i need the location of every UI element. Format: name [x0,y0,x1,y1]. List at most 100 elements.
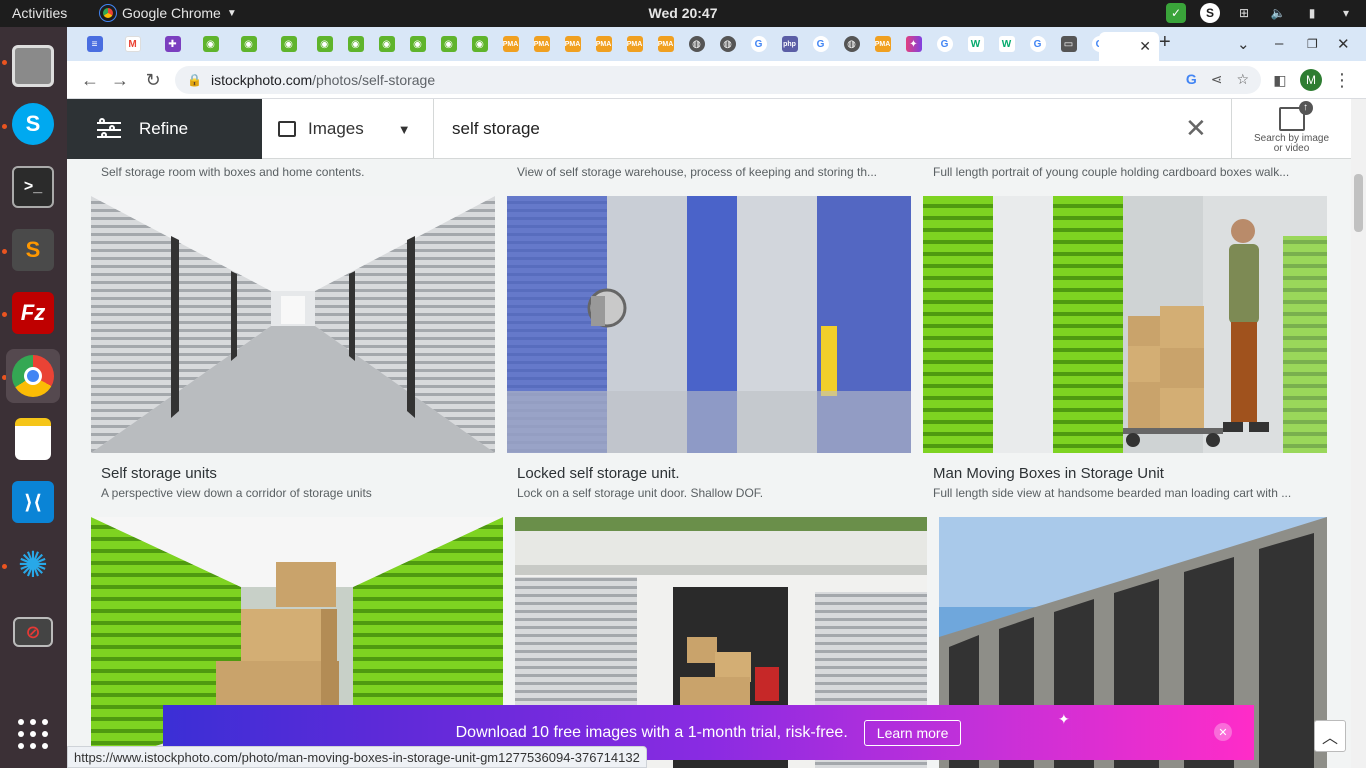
w3-icon: W [998,36,1015,52]
tab[interactable]: PMA [557,32,588,56]
scroll-to-top-button[interactable]: ︿ [1314,720,1346,752]
dock-unavailable-app[interactable]: ⊘ [6,605,60,659]
network-icon[interactable]: ⊞ [1234,3,1254,23]
tab[interactable]: W [960,32,991,56]
tab[interactable]: PMA [650,32,681,56]
activities-button[interactable]: Activities [12,5,67,21]
tab[interactable]: ◉ [273,32,304,56]
sparkle-icon: ✦ [1058,711,1070,727]
clear-search-icon[interactable]: ✕ [1185,115,1207,141]
paint-splash-icon: ✺ [17,544,49,585]
dock-filezilla[interactable]: Fz [6,286,60,340]
result-title[interactable]: Locked self storage unit. [517,465,680,482]
new-tab-button[interactable]: + [1159,31,1171,54]
tab[interactable]: ◉ [195,32,226,56]
close-window-button[interactable]: ✕ [1337,35,1350,53]
chrome-window: ≡ M ✚ ◉ ◉ ◉ ◉ ◉ ◉ ◉ ◉ ◉ PMA PMA PMA PMA … [67,27,1366,768]
tab[interactable]: G [929,32,960,56]
tab[interactable]: ◉ [340,32,371,56]
tab[interactable]: ✦ [898,32,929,56]
search-by-image-button[interactable]: Search by image or video [1231,99,1351,159]
dock-vscode[interactable]: ⟩⟨ [6,475,60,529]
dock-files[interactable] [6,39,60,93]
show-applications-button[interactable] [6,707,60,761]
tab-active[interactable]: ✕ [1099,32,1159,61]
side-panel-icon[interactable]: ◧ [1269,69,1291,91]
result-title[interactable]: Man Moving Boxes in Storage Unit [933,465,1164,482]
result-description: Self storage room with boxes and home co… [101,165,365,179]
close-tab-icon[interactable]: ✕ [1139,38,1151,55]
tab[interactable]: php [774,32,805,56]
tab[interactable]: W [991,32,1022,56]
tab[interactable]: ◍ [681,32,712,56]
close-icon[interactable]: ✕ [1214,723,1232,741]
filter-sliders-icon [97,118,121,139]
dock-paint[interactable]: ✺ [6,538,60,592]
maximize-button[interactable]: ❐ [1307,37,1318,51]
tab[interactable]: PMA [867,32,898,56]
tab[interactable]: ≡ [79,32,110,56]
volume-icon[interactable]: 🔈 [1268,3,1288,23]
tab[interactable]: PMA [588,32,619,56]
google-icon: G [1029,36,1046,52]
tab[interactable]: G [805,32,836,56]
lock-icon: 🔒 [187,73,202,87]
pma-icon: PMA [874,36,891,52]
dock-terminal[interactable]: >_ [6,160,60,214]
scrollbar-thumb[interactable] [1354,174,1363,232]
battery-icon[interactable]: ▮ [1302,3,1322,23]
tab[interactable]: ◉ [233,32,264,56]
promo-text: Download 10 free images with a 1-month t… [455,723,848,741]
dock-notes[interactable] [6,412,60,466]
dock-sublime[interactable]: S [6,223,60,277]
forward-button[interactable]: → [109,69,131,91]
chevron-down-icon[interactable]: ▾ [1336,3,1356,23]
search-input[interactable] [452,119,1152,139]
tab[interactable]: PMA [526,32,557,56]
learn-more-button[interactable]: Learn more [863,719,962,746]
system-tray[interactable]: ✓ S ⊞ 🔈 ▮ ▾ [1166,3,1356,23]
tab[interactable]: ▭ [1053,32,1084,56]
photo-corridor-storage[interactable] [91,196,495,453]
tab[interactable]: PMA [619,32,650,56]
photo-locked-storage-unit[interactable] [507,196,911,453]
globe-icon: ◍ [843,36,860,52]
google-icon: G [936,36,953,52]
tab[interactable]: ◉ [433,32,464,56]
photo-man-moving-boxes[interactable] [923,196,1327,453]
app-menu[interactable]: Google Chrome ▼ [99,4,237,22]
tab[interactable]: ◉ [402,32,433,56]
dock-skype[interactable]: S [6,97,60,151]
chevron-down-icon: ▼ [397,121,411,137]
share-icon[interactable]: ⋖ [1211,71,1223,88]
google-translate-icon[interactable]: G [1186,71,1197,88]
update-check-icon[interactable]: ✓ [1166,3,1186,23]
kebab-menu-icon[interactable]: ⋮ [1331,69,1353,91]
tab[interactable]: ◍ [836,32,867,56]
tab[interactable]: M [117,32,148,56]
minimize-button[interactable]: – [1275,35,1283,52]
skype-tray-icon[interactable]: S [1200,3,1220,23]
tab[interactable]: ◉ [464,32,495,56]
tab[interactable]: ◍ [712,32,743,56]
media-type-dropdown[interactable]: Images ▼ [262,99,434,159]
tab[interactable]: G [1022,32,1053,56]
dock-chrome[interactable] [6,349,60,403]
tab[interactable]: PMA [495,32,526,56]
reload-button[interactable]: ↻ [142,69,164,91]
bookmark-star-icon[interactable]: ☆ [1236,71,1249,88]
profile-avatar[interactable]: M [1300,69,1322,91]
tab[interactable]: ◉ [309,32,340,56]
clock[interactable]: Wed 20:47 [649,5,718,21]
page-scrollbar[interactable] [1351,99,1366,768]
result-description: Full length portrait of young couple hol… [933,165,1290,179]
result-title[interactable]: Self storage units [101,465,217,482]
back-button[interactable]: ← [79,69,101,91]
alien-icon: ◉ [378,36,395,52]
tab-search-icon[interactable]: ⌄ [1237,35,1250,53]
address-bar[interactable]: 🔒 istockphoto.com/photos/self-storage G … [175,66,1261,94]
tab[interactable]: G [743,32,774,56]
tab[interactable]: ◉ [371,32,402,56]
tab[interactable]: ✚ [157,32,188,56]
refine-button[interactable]: Refine [67,99,262,159]
